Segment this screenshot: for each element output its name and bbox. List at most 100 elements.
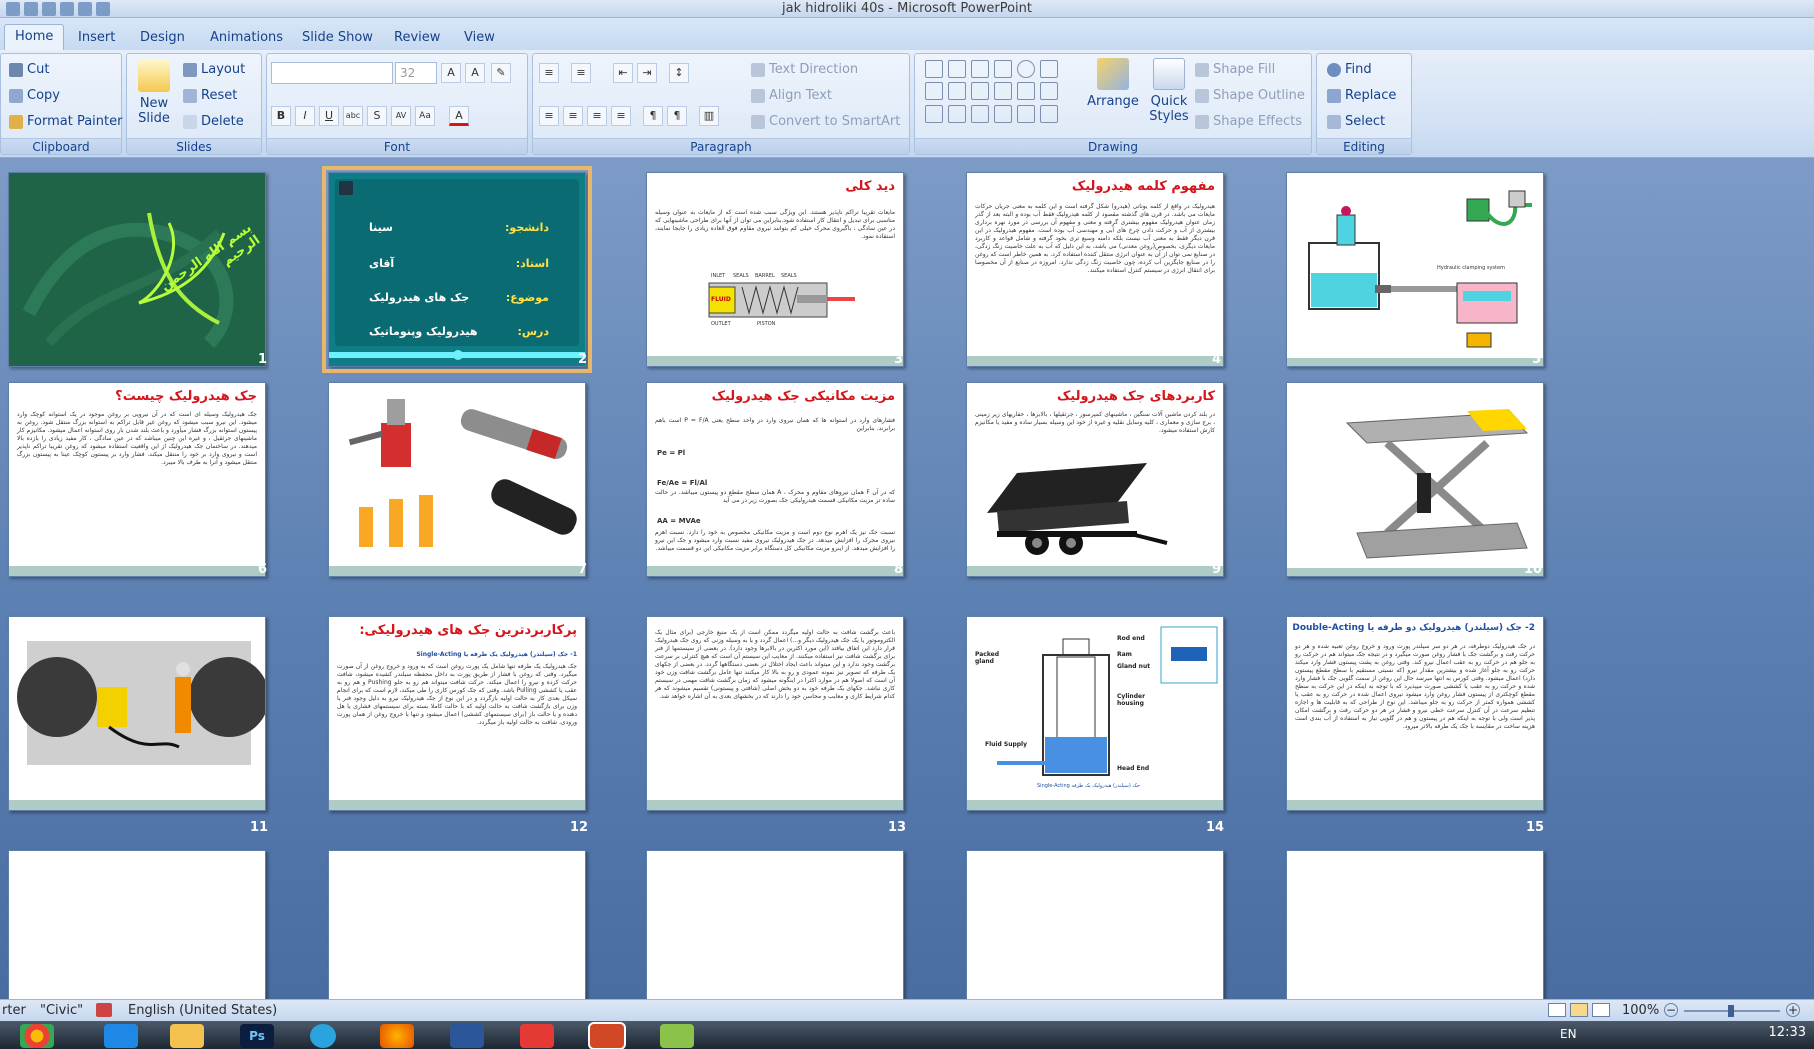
slide-thumbnail[interactable]: Rod end Ram Gland nut Packed gland Cylin…: [966, 616, 1224, 811]
strikethrough-icon[interactable]: abc: [343, 106, 363, 126]
font-color-icon[interactable]: A: [449, 106, 469, 126]
zoom-out-icon[interactable]: −: [1664, 1003, 1678, 1017]
tab-slide-show[interactable]: Slide Show: [292, 26, 383, 50]
slide-thumbnail-selected[interactable]: دانشجو: سینا استاد: آقای موضوع: جک های ه…: [322, 166, 592, 373]
align-left-icon[interactable]: ≡: [539, 106, 559, 126]
word-icon[interactable]: [450, 1024, 484, 1048]
right-arrow-shape-icon[interactable]: [994, 82, 1012, 101]
quick-styles-button[interactable]: Quick Styles: [1143, 58, 1195, 124]
slide-thumbnail[interactable]: Hydraulic clamping system: [1286, 172, 1544, 367]
slide-show-view-icon[interactable]: [1592, 1003, 1610, 1017]
line-shape-icon[interactable]: [948, 60, 966, 78]
clock[interactable]: 12:33: [1769, 1025, 1806, 1040]
justify-icon[interactable]: ≡: [611, 106, 631, 126]
shape-effects-button[interactable]: Shape Effects: [1195, 114, 1302, 129]
copy-button[interactable]: Copy: [9, 88, 60, 103]
oval-shape-icon[interactable]: [1017, 60, 1035, 78]
file-explorer-icon[interactable]: [170, 1024, 204, 1048]
slide-sorter[interactable]: بسم الله الرحمن الرحیم 1 دانشجو: سینا اس…: [0, 158, 1814, 999]
select-button[interactable]: Select: [1327, 114, 1385, 129]
convert-smartart-button[interactable]: Convert to SmartArt: [751, 114, 900, 129]
font-name-input[interactable]: [271, 62, 393, 84]
slide-thumbnail[interactable]: پرکاربردترین جک های هیدرولیکی: 1- جک (سی…: [328, 616, 586, 811]
acrobat-icon[interactable]: [520, 1024, 554, 1048]
align-center-icon[interactable]: ≡: [563, 106, 583, 126]
zoom-in-icon[interactable]: +: [1786, 1003, 1800, 1017]
delete-button[interactable]: Delete: [183, 114, 244, 129]
slide-sorter-view-icon[interactable]: [1570, 1003, 1588, 1017]
elbow-connector-icon[interactable]: [948, 82, 966, 101]
line-spacing-icon[interactable]: ↕: [669, 63, 689, 83]
tab-review[interactable]: Review: [384, 26, 450, 50]
slide-thumbnail[interactable]: [1286, 850, 1544, 999]
text-direction-button[interactable]: Text Direction: [751, 62, 858, 77]
curve-shape-icon[interactable]: [948, 104, 966, 123]
paint-icon[interactable]: [660, 1024, 694, 1048]
ltr-icon[interactable]: ¶: [643, 106, 663, 126]
align-text-button[interactable]: Align Text: [751, 88, 832, 103]
slide-thumbnail[interactable]: [8, 616, 266, 811]
align-right-icon[interactable]: ≡: [587, 106, 607, 126]
slide-thumbnail[interactable]: [966, 850, 1224, 999]
font-size-input[interactable]: 32: [395, 62, 437, 84]
decrease-indent-icon[interactable]: ⇤: [613, 63, 633, 83]
pentagon-shape-icon[interactable]: [1040, 82, 1058, 101]
shape-outline-button[interactable]: Shape Outline: [1195, 88, 1305, 103]
photoshop-icon[interactable]: Ps: [240, 1024, 274, 1048]
textbox-shape-icon[interactable]: [925, 60, 943, 78]
arc-shape-icon[interactable]: [971, 104, 989, 123]
format-painter-button[interactable]: Format Painter: [9, 114, 122, 129]
tab-home[interactable]: Home: [4, 24, 65, 50]
telegram-icon[interactable]: [310, 1024, 336, 1048]
tab-design[interactable]: Design: [130, 26, 195, 50]
rounded-rect-shape-icon[interactable]: [1040, 60, 1058, 78]
slide-thumbnail[interactable]: مفهوم کلمه هیدرولیک هیدرولیک در واقع از …: [966, 172, 1224, 367]
new-slide-button[interactable]: New Slide: [131, 60, 177, 126]
shapes-gallery[interactable]: [925, 60, 1058, 124]
shrink-font-icon[interactable]: A: [465, 63, 485, 83]
cut-button[interactable]: Cut: [9, 62, 49, 77]
down-arrow-shape-icon[interactable]: [1017, 82, 1035, 101]
change-case-icon[interactable]: Aa: [415, 106, 435, 126]
increase-indent-icon[interactable]: ⇥: [637, 63, 657, 83]
grow-font-icon[interactable]: A: [441, 63, 461, 83]
zoom-level[interactable]: 100%: [1622, 1003, 1659, 1018]
slide-thumbnail[interactable]: مزیت مکانیکی جک هیدرولیک فشارهای وارد در…: [646, 382, 904, 577]
tab-insert[interactable]: Insert: [68, 26, 125, 50]
input-language[interactable]: EN: [1560, 1027, 1577, 1041]
character-spacing-icon[interactable]: AV: [391, 106, 411, 126]
italic-icon[interactable]: I: [295, 106, 315, 126]
replace-button[interactable]: Replace: [1327, 88, 1396, 103]
spellcheck-icon[interactable]: [96, 1003, 112, 1017]
rtl-icon[interactable]: ¶: [667, 106, 687, 126]
layout-button[interactable]: Layout: [183, 62, 245, 77]
slide-thumbnail[interactable]: بسم الله الرحمن الرحیم: [8, 172, 266, 367]
arrow-line-shape-icon[interactable]: [971, 60, 989, 78]
normal-view-icon[interactable]: [1548, 1003, 1566, 1017]
triangle-shape-icon[interactable]: [925, 82, 943, 101]
lightning-shape-icon[interactable]: [925, 104, 943, 123]
slide-thumbnail[interactable]: [328, 382, 586, 577]
slide-thumbnail[interactable]: [646, 850, 904, 999]
slide-thumbnail[interactable]: باعث برگشت شافت به حالت اولیه میگردد ممک…: [646, 616, 904, 811]
find-button[interactable]: Find: [1327, 62, 1372, 77]
firefox-icon[interactable]: [380, 1024, 414, 1048]
numbering-icon[interactable]: ≡: [571, 63, 591, 83]
status-language[interactable]: English (United States): [128, 1003, 277, 1018]
slide-thumbnail[interactable]: [8, 850, 266, 999]
clear-formatting-icon[interactable]: ✎: [491, 63, 511, 83]
shape-fill-button[interactable]: Shape Fill: [1195, 62, 1275, 77]
shadow-icon[interactable]: S: [367, 106, 387, 126]
powerpoint-icon[interactable]: [588, 1022, 626, 1049]
slide-thumbnail[interactable]: دید کلی مایعات تقریبا تراکم ناپذیر هستند…: [646, 172, 904, 367]
left-brace-shape-icon[interactable]: [994, 104, 1012, 123]
columns-icon[interactable]: ▥: [699, 106, 719, 126]
chrome-icon[interactable]: [20, 1024, 54, 1048]
star-shape-icon[interactable]: [1040, 104, 1058, 123]
bullets-icon[interactable]: ≡: [539, 63, 559, 83]
slide-thumbnail[interactable]: [328, 850, 586, 999]
rectangle-shape-icon[interactable]: [994, 60, 1012, 78]
arrange-button[interactable]: Arrange: [1085, 58, 1141, 109]
slide-thumbnail[interactable]: جک هیدرولیک چیست؟ جک هیدرولیک وسیله ای ا…: [8, 382, 266, 577]
underline-icon[interactable]: U: [319, 106, 339, 126]
